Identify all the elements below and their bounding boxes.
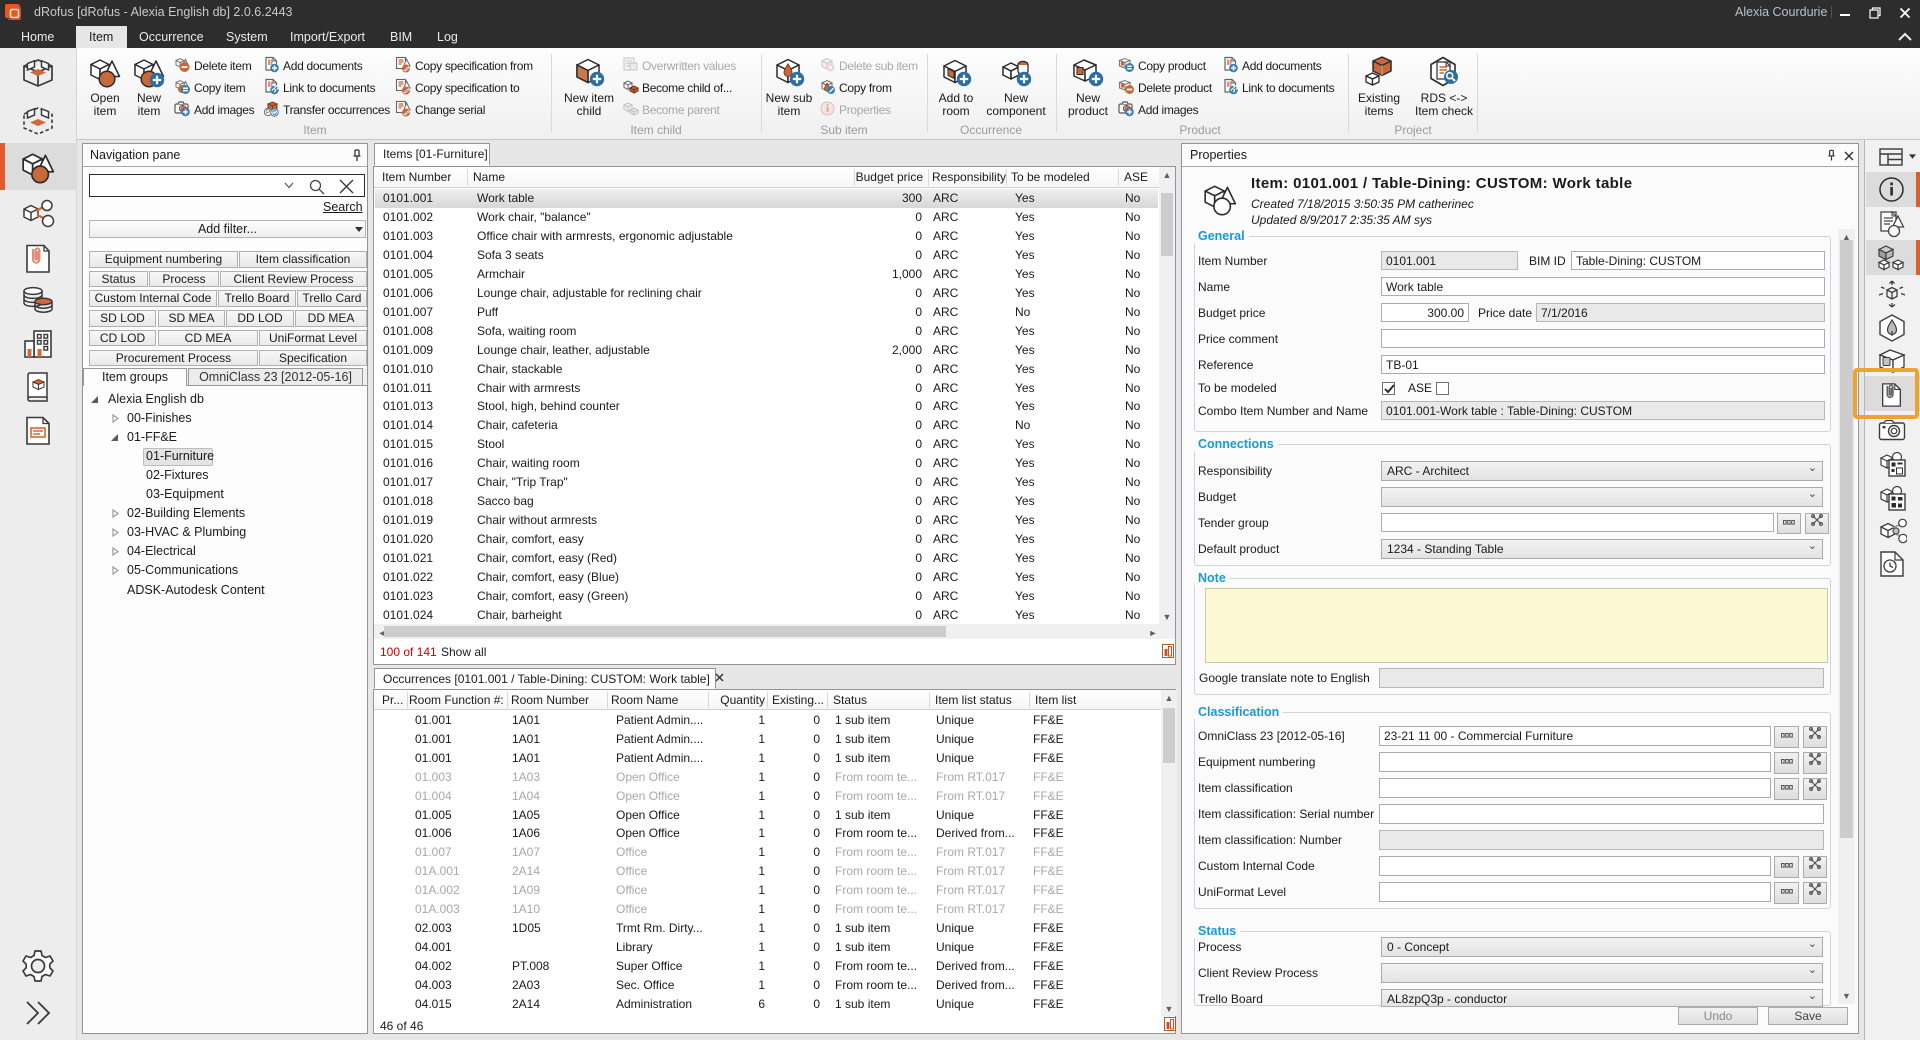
svg-text:P: P xyxy=(266,110,270,116)
